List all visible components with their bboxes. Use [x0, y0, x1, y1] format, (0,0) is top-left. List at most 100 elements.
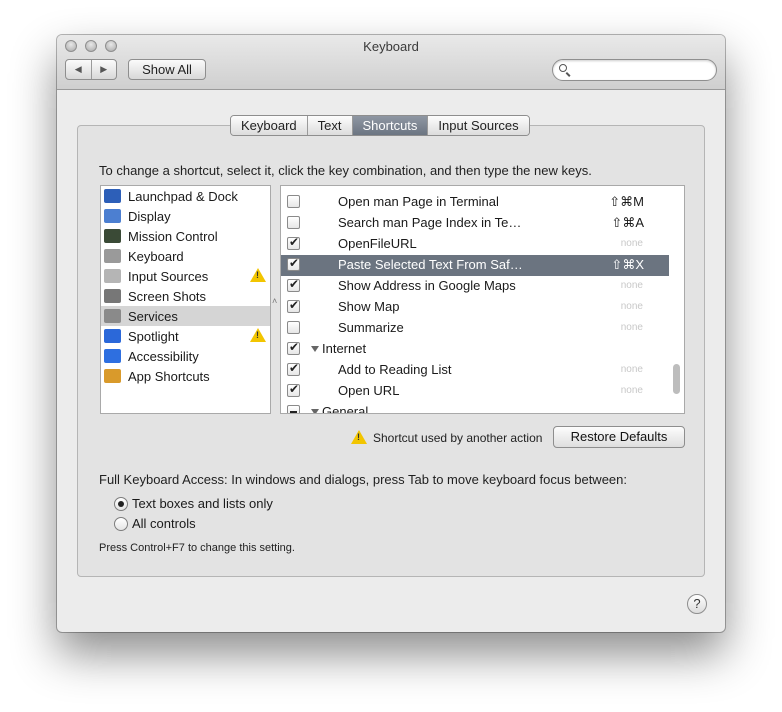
display-icon: [104, 209, 121, 223]
shortcut-label: OpenFileURL: [338, 236, 417, 251]
category-item[interactable]: Launchpad & Dock: [101, 186, 270, 206]
shortcut-label: Summarize: [338, 320, 404, 335]
category-item[interactable]: Spotlight: [101, 326, 270, 346]
shortcut-row[interactable]: Summarize none: [281, 318, 669, 339]
category-item[interactable]: Display: [101, 206, 270, 226]
shortcut-key[interactable]: ⇧⌘M: [609, 194, 644, 210]
shortcut-key[interactable]: none: [621, 280, 643, 291]
category-label: App Shortcuts: [128, 368, 210, 384]
help-button[interactable]: ?: [687, 594, 707, 614]
shortcut-checkbox[interactable]: [287, 321, 300, 334]
radio-text-boxes-only[interactable]: [114, 497, 128, 511]
search-icon: [559, 64, 567, 72]
mission-control-icon: [104, 229, 121, 243]
full-keyboard-access-label: Full Keyboard Access: In windows and dia…: [99, 472, 627, 487]
shortcut-key[interactable]: none: [621, 238, 643, 249]
category-label: Screen Shots: [128, 288, 207, 304]
shortcut-key[interactable]: ⇧⌘X: [611, 257, 644, 273]
radio-all-controls[interactable]: [114, 517, 128, 531]
category-item[interactable]: Accessibility: [101, 346, 270, 366]
shortcut-label: Search man Page Index in Te…: [338, 215, 522, 230]
shortcut-checkbox[interactable]: [287, 195, 300, 208]
tab-keyboard[interactable]: Keyboard: [231, 116, 307, 135]
tab-shortcuts[interactable]: Shortcuts: [351, 116, 428, 135]
shortcut-list-scrollbar[interactable]: [673, 364, 680, 394]
warning-icon: [351, 430, 367, 444]
shortcut-key[interactable]: ⇧⌘A: [611, 215, 644, 231]
keyboard-icon: [104, 249, 121, 263]
category-label: Keyboard: [128, 248, 184, 264]
shortcut-label: General: [322, 404, 369, 414]
shortcut-checkbox[interactable]: [287, 277, 300, 292]
shortcut-row[interactable]: Add to Reading List none: [281, 360, 669, 381]
shortcut-row[interactable]: Show Address in Google Maps none: [281, 276, 669, 297]
keyboard-preferences-window: Keyboard ◀ ▶ Show All Keyboard Text Shor…: [57, 35, 725, 632]
category-label: Mission Control: [128, 228, 218, 244]
shortcut-group-row[interactable]: General: [281, 402, 669, 414]
shortcut-key[interactable]: none: [621, 385, 643, 396]
category-item[interactable]: Keyboard: [101, 246, 270, 266]
shortcut-label: Show Address in Google Maps: [338, 278, 516, 293]
app-shortcuts-icon: [104, 369, 121, 383]
category-item[interactable]: Mission Control: [101, 226, 270, 246]
window-title: Keyboard: [363, 39, 419, 54]
shortcut-row[interactable]: Search man Page Index in Te… ⇧⌘A: [281, 213, 669, 234]
radio-label-text-boxes-only[interactable]: Text boxes and lists only: [132, 496, 273, 511]
restore-defaults-button[interactable]: Restore Defaults: [553, 426, 685, 448]
shortcut-category-list[interactable]: Launchpad & Dock Display Mission Control Ke…: [100, 185, 271, 414]
gear-icon: [104, 309, 121, 323]
conflict-legend: Shortcut used by another action: [373, 431, 543, 445]
shortcut-row[interactable]: OpenFileURL none: [281, 234, 669, 255]
radio-label-all-controls[interactable]: All controls: [132, 516, 196, 531]
warning-icon: [250, 328, 266, 342]
shortcut-group-row[interactable]: Internet: [281, 339, 669, 360]
shortcut-row[interactable]: Show Map none: [281, 297, 669, 318]
category-label: Spotlight: [128, 328, 179, 344]
shortcut-label: Open man Page in Terminal: [338, 194, 499, 209]
shortcut-key[interactable]: none: [621, 364, 643, 375]
category-item[interactable]: App Shortcuts: [101, 366, 270, 386]
accessibility-icon: [104, 349, 121, 363]
camera-icon: [104, 289, 121, 303]
category-label: Input Sources: [128, 268, 209, 284]
search-input[interactable]: [573, 62, 712, 80]
shortcut-row[interactable]: Open URL none: [281, 381, 669, 402]
shortcut-label: Internet: [322, 341, 367, 356]
category-label: Display: [128, 208, 171, 224]
forward-arrow-icon[interactable]: ▶: [90, 60, 117, 79]
category-label: Accessibility: [128, 348, 199, 364]
search-field[interactable]: [552, 59, 717, 81]
disclosure-triangle-icon[interactable]: [311, 346, 319, 352]
shortcut-checkbox[interactable]: [287, 361, 300, 376]
category-item[interactable]: Screen Shots: [101, 286, 270, 306]
launchpad-icon: [104, 189, 121, 203]
tab-input-sources[interactable]: Input Sources: [427, 116, 529, 135]
instructions-text: To change a shortcut, select it, click t…: [99, 163, 592, 178]
back-arrow-icon[interactable]: ◀: [66, 60, 91, 79]
disclosure-triangle-icon[interactable]: [311, 409, 319, 413]
shortcut-checkbox[interactable]: [287, 235, 300, 250]
shortcut-checkbox[interactable]: [287, 298, 300, 313]
shortcut-checkbox[interactable]: [287, 216, 300, 229]
shortcut-checkbox[interactable]: [287, 340, 300, 355]
shortcut-row[interactable]: Open man Page in Terminal ⇧⌘M: [281, 192, 669, 213]
warning-icon: [250, 268, 266, 282]
shortcut-checkbox[interactable]: [287, 405, 300, 413]
shortcut-label: Add to Reading List: [338, 362, 452, 377]
shortcut-label: Paste Selected Text From Saf…: [338, 257, 523, 272]
tab-text[interactable]: Text: [306, 116, 352, 135]
category-item[interactable]: Input Sources: [101, 266, 270, 286]
title-bar: Keyboard ◀ ▶ Show All: [57, 35, 725, 90]
category-label: Services: [128, 308, 178, 324]
shortcut-list[interactable]: Open man Page in Terminal ⇧⌘M Search man P…: [280, 185, 685, 414]
spotlight-icon: [104, 329, 121, 343]
shortcut-row[interactable]: Paste Selected Text From Saf… ⇧⌘X: [281, 255, 669, 276]
list-resize-indicator: ˄: [272, 296, 278, 306]
input-sources-icon: [104, 269, 121, 283]
shortcut-checkbox[interactable]: [287, 382, 300, 397]
shortcut-key[interactable]: none: [621, 301, 643, 312]
category-item[interactable]: Services: [101, 306, 270, 326]
show-all-button[interactable]: Show All: [128, 59, 206, 80]
shortcut-key[interactable]: none: [621, 322, 643, 333]
shortcut-checkbox[interactable]: [287, 256, 300, 271]
